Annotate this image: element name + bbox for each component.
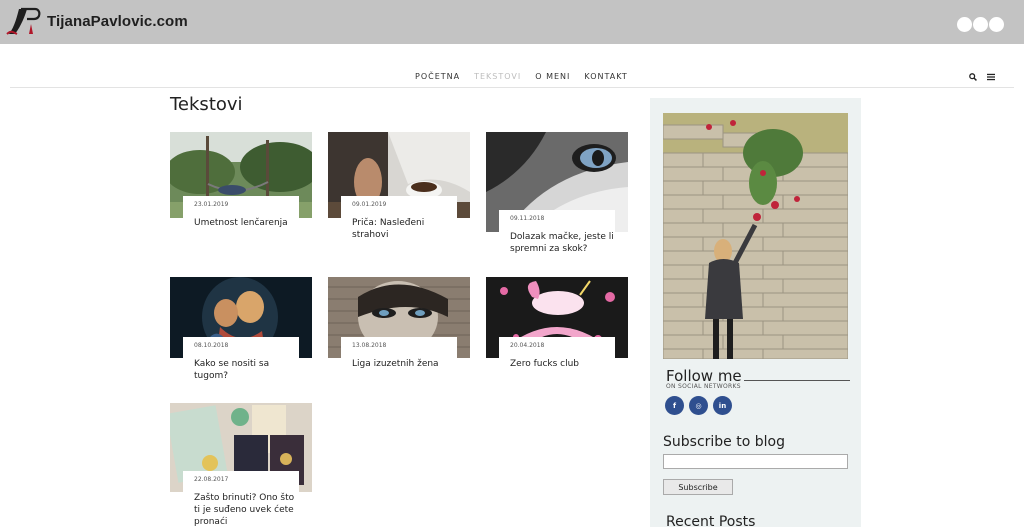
post-card-info: 20.04.2018 Zero fucks club (499, 337, 615, 370)
post-title[interactable]: Zero fucks club (510, 358, 615, 370)
nav-item-o-meni[interactable]: O MENI (535, 71, 570, 83)
logo-text: TijanaPavlovic.com (47, 12, 188, 30)
main-nav: POČETNA TEKSTOVI O MENI KONTAKT (0, 71, 1024, 83)
post-date: 23.01.2019 (194, 201, 229, 208)
instagram-icon[interactable]: ◎ (689, 396, 708, 415)
page-title: Tekstovi (170, 94, 243, 115)
nav-item-tekstovi[interactable]: TEKSTOVI (474, 71, 521, 83)
post-title[interactable]: Liga izuzetnih žena (352, 358, 457, 370)
social-links: f ◎ in (665, 396, 732, 415)
linkedin-icon[interactable]: in (713, 396, 732, 415)
post-date: 09.11.2018 (510, 215, 545, 222)
post-date: 22.08.2017 (194, 476, 229, 483)
post-date: 13.08.2018 (352, 342, 387, 349)
post-card-info: 22.08.2017 Zašto brinuti? Ono što ti je … (183, 471, 299, 528)
post-card-info: 13.08.2018 Liga izuzetnih žena (341, 337, 457, 370)
recent-posts-title: Recent Posts (666, 514, 756, 530)
facebook-icon[interactable]: f (665, 396, 684, 415)
nav-item-pocetna[interactable]: POČETNA (415, 71, 460, 83)
post-title[interactable]: Priča: Nasleđeni strahovi (352, 217, 457, 241)
post-title[interactable]: Kako se nositi sa tugom? (194, 358, 299, 382)
circle-icon[interactable] (989, 17, 1004, 32)
nav-divider (10, 87, 1014, 88)
post-card-info: 09.11.2018 Dolazak mačke, jeste li sprem… (499, 210, 615, 255)
search-icon[interactable] (969, 73, 977, 81)
post-card-info: 23.01.2019 Umetnost lenčarenja (183, 196, 299, 229)
circle-icon[interactable] (973, 17, 988, 32)
post-date: 20.04.2018 (510, 342, 545, 349)
top-bar: TijanaPavlovic.com (0, 0, 1024, 44)
sidebar: Follow me ON SOCIAL NETWORKS f ◎ in Subs… (650, 98, 861, 530)
hamburger-menu-icon[interactable] (987, 73, 995, 81)
post-card-info: 09.01.2019 Priča: Nasleđeni strahovi (341, 196, 457, 241)
subscribe-button[interactable]: Subscribe (663, 479, 733, 495)
follow-section: Follow me ON SOCIAL NETWORKS (666, 367, 850, 391)
email-field[interactable] (663, 454, 848, 469)
nav-item-kontakt[interactable]: KONTAKT (584, 71, 627, 83)
post-card-info: 08.10.2018 Kako se nositi sa tugom? (183, 337, 299, 382)
post-title[interactable]: Zašto brinuti? Ono što ti je suđeno uvek… (194, 492, 299, 528)
circle-icon[interactable] (957, 17, 972, 32)
site-logo[interactable]: TijanaPavlovic.com (5, 5, 188, 37)
subscribe-title: Subscribe to blog (663, 434, 785, 450)
post-title[interactable]: Dolazak mačke, jeste li spremni za skok? (510, 231, 615, 255)
follow-subtitle: ON SOCIAL NETWORKS (666, 383, 741, 390)
post-date: 08.10.2018 (194, 342, 229, 349)
profile-photo (663, 113, 848, 359)
logo-mark-icon (6, 7, 41, 35)
post-date: 09.01.2019 (352, 201, 387, 208)
top-bar-circles (957, 17, 1004, 32)
follow-underline (744, 380, 850, 381)
post-title[interactable]: Umetnost lenčarenja (194, 217, 299, 229)
